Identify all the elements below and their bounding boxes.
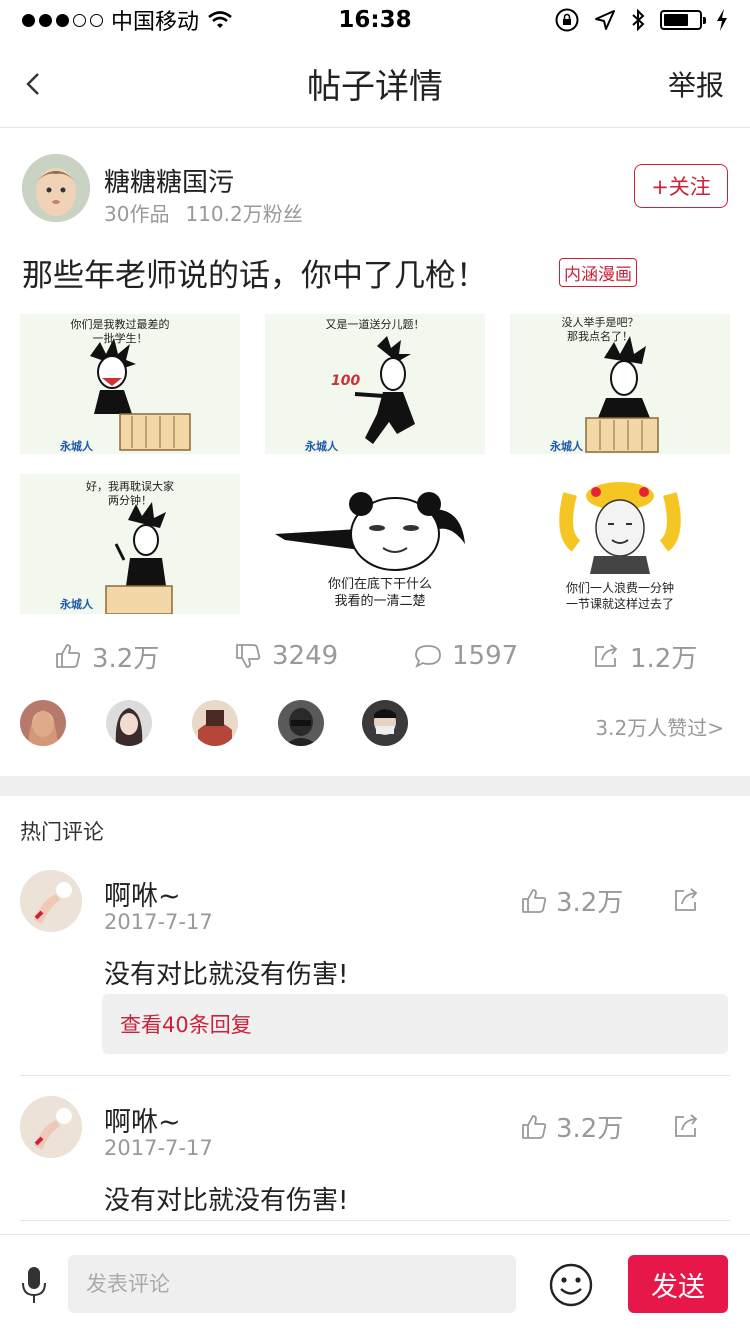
author-avatar[interactable]: [22, 154, 90, 222]
comment-text: 没有对比就没有伤害!: [104, 1186, 349, 1216]
score-badge: 100: [331, 373, 361, 389]
liker-avatar[interactable]: [362, 700, 408, 746]
post-image[interactable]: 又是一道送分儿题！ 100 永城人: [265, 314, 485, 454]
image-caption: 好，我再耽误大家 两分钟！: [86, 480, 174, 507]
like-action[interactable]: 3.2万: [54, 638, 159, 675]
comment-like-button[interactable]: 3.2万: [520, 1108, 623, 1145]
back-icon[interactable]: [18, 62, 58, 106]
author-header: 糖糖糖国污 30作品 110.2万粉丝 +关注: [22, 154, 728, 226]
share-action[interactable]: 1.2万: [592, 638, 697, 675]
signal-carrier: 中国移动: [22, 4, 233, 36]
comment-count: 1597: [452, 641, 519, 671]
divider: [20, 1220, 730, 1221]
post-image[interactable]: 好，我再耽误大家 两分钟！ 永城人: [20, 474, 240, 614]
post-title: 那些年老师说的话，你中了几枪！: [22, 258, 487, 294]
bluetooth-icon: [632, 8, 645, 32]
charging-icon: [717, 9, 727, 31]
section-separator: [0, 776, 750, 796]
commenter-name[interactable]: 啊咻~: [104, 1100, 181, 1139]
battery-icon: [660, 10, 706, 30]
comment-date: 2017-7-17: [104, 910, 213, 934]
category-tag[interactable]: 内涵漫画: [559, 258, 637, 287]
nav-bar: 帖子详情 举报: [0, 40, 750, 128]
follow-button[interactable]: +关注: [634, 164, 728, 208]
like-count: 3.2万: [92, 643, 160, 674]
author-name[interactable]: 糖糖糖国污: [104, 162, 234, 199]
emoji-icon[interactable]: [548, 1262, 594, 1308]
share-count: 1.2万: [630, 643, 698, 674]
likers-row: 3.2万人赞过>: [20, 700, 730, 748]
hot-comments-title: 热门评论: [20, 820, 104, 844]
send-button[interactable]: 发送: [628, 1255, 728, 1313]
post-image[interactable]: 你们在底下干什么 我看的一清二楚: [265, 474, 485, 614]
image-caption: 又是一道送分儿题！: [325, 318, 425, 331]
share-icon[interactable]: [672, 886, 700, 914]
comment-like-button[interactable]: 3.2万: [520, 882, 623, 919]
post-actions: 3.2万 3249 1597 1.2万: [0, 636, 750, 676]
thumb-up-icon: [522, 1114, 547, 1139]
author-stats: 30作品 110.2万粉丝: [104, 198, 303, 227]
liker-avatar[interactable]: [278, 700, 324, 746]
image-watermark: 永城人: [305, 440, 338, 453]
divider: [20, 1075, 730, 1076]
comment-like-count: 3.2万: [556, 1114, 624, 1144]
image-caption: 你们一人浪费一分钟 一节课就这样过去了: [565, 581, 674, 611]
commenter-avatar[interactable]: [20, 870, 82, 932]
comment-icon: [415, 645, 441, 668]
post-image[interactable]: 你们一人浪费一分钟 一节课就这样过去了: [510, 474, 730, 614]
lock-rotation-icon: [555, 8, 579, 32]
mic-icon[interactable]: [20, 1265, 48, 1305]
commenter-name[interactable]: 啊咻~: [104, 874, 181, 913]
comment-input-bar: 发送: [0, 1234, 750, 1334]
report-button[interactable]: 举报: [668, 64, 724, 104]
fans-count: 110.2万粉丝: [185, 202, 303, 226]
image-caption: 没人举手是吧？ 那我点名了！: [561, 316, 639, 343]
works-count: 30作品: [104, 202, 170, 226]
carrier-name: 中国移动: [111, 10, 200, 35]
image-watermark: 永城人: [550, 440, 583, 453]
status-bar: 中国移动 16:38: [0, 0, 750, 40]
dislike-count: 3249: [272, 641, 339, 671]
post-image[interactable]: 没人举手是吧？ 那我点名了！ 永城人: [510, 314, 730, 454]
thumb-down-icon: [236, 644, 261, 668]
image-caption: 你们是我教过最差的 一批学生！: [70, 318, 170, 345]
page-title: 帖子详情: [307, 67, 443, 107]
signal-icon: [22, 13, 103, 27]
comment-action[interactable]: 1597: [414, 641, 518, 671]
dislike-action[interactable]: 3249: [234, 641, 338, 671]
image-caption: 你们在底下干什么 我看的一清二楚: [327, 577, 432, 609]
view-replies-button[interactable]: 查看40条回复: [102, 994, 728, 1054]
share-icon[interactable]: [672, 1112, 700, 1140]
liker-avatar[interactable]: [106, 700, 152, 746]
likers-summary-link[interactable]: 3.2万人赞过>: [595, 712, 724, 741]
post-image[interactable]: 你们是我教过最差的 一批学生！ 永城人: [20, 314, 240, 454]
thumb-up-icon: [522, 888, 547, 913]
share-icon: [595, 644, 618, 667]
comment-text: 没有对比就没有伤害!: [104, 960, 349, 990]
comment-like-count: 3.2万: [556, 888, 624, 918]
liker-avatar[interactable]: [192, 700, 238, 746]
thumb-up-icon: [56, 644, 81, 668]
image-watermark: 永城人: [60, 598, 93, 611]
liker-avatar[interactable]: [20, 700, 66, 746]
wifi-icon: [208, 11, 232, 28]
commenter-avatar[interactable]: [20, 1096, 82, 1158]
comment-date: 2017-7-17: [104, 1136, 213, 1160]
comment-input[interactable]: [68, 1255, 516, 1313]
location-icon: [595, 10, 615, 30]
image-watermark: 永城人: [60, 440, 93, 453]
